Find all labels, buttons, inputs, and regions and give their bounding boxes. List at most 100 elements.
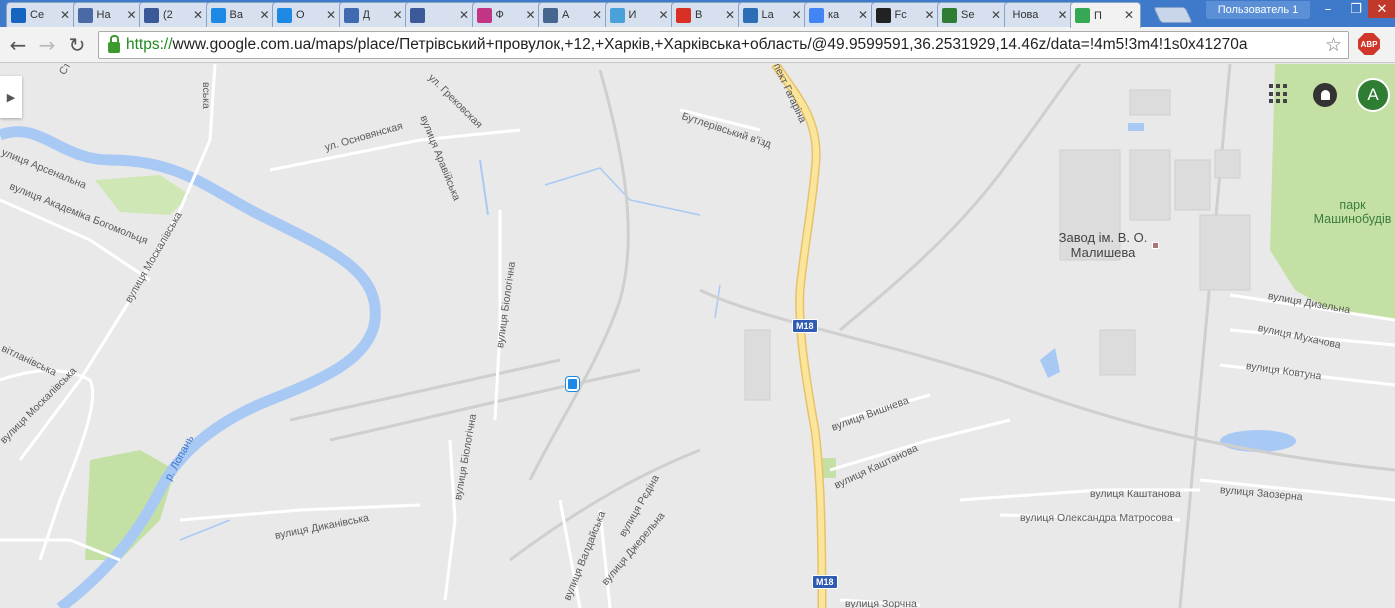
stream xyxy=(479,159,489,216)
adblock-plus-icon[interactable]: ABP xyxy=(1358,33,1380,55)
browser-tab[interactable]: И ✕ xyxy=(604,2,676,27)
close-icon[interactable]: ✕ xyxy=(991,8,1001,22)
facebook-icon xyxy=(144,7,159,23)
google-icon xyxy=(809,7,824,23)
notifications-bell-icon[interactable] xyxy=(1313,83,1337,107)
browser-tab[interactable]: Ba ✕ xyxy=(205,2,277,27)
street-label: вулиця Зорчна xyxy=(845,598,917,608)
bus-stop-icon[interactable] xyxy=(566,377,579,391)
close-icon[interactable]: ✕ xyxy=(459,8,469,22)
close-icon[interactable]: ✕ xyxy=(60,8,70,22)
browser-tab[interactable]: Ce ✕ xyxy=(6,2,77,27)
building xyxy=(1214,149,1241,179)
instagram-icon xyxy=(476,7,492,23)
browser-tab[interactable]: A ✕ xyxy=(538,2,609,27)
reload-button[interactable]: ↻ xyxy=(64,32,90,58)
pond xyxy=(1128,123,1144,131)
tab-title: И xyxy=(628,9,637,21)
poi-marker-icon[interactable] xyxy=(1152,242,1159,249)
chevron-right-icon: ▶ xyxy=(6,90,16,104)
browser-tab[interactable]: ✕ xyxy=(405,2,476,27)
side-panel-toggle[interactable]: ▶ xyxy=(0,76,22,118)
lake-ellipse xyxy=(1220,430,1296,452)
browser-tab[interactable]: П ✕ xyxy=(1070,2,1141,28)
park-area-northwest xyxy=(95,175,190,215)
gmail-icon xyxy=(676,7,691,23)
maps-icon xyxy=(1075,8,1090,23)
building xyxy=(1129,89,1171,116)
railway-line xyxy=(839,64,1082,332)
window-close-button[interactable]: ✕ xyxy=(1368,0,1395,18)
tab-strip: Ce ✕ Ha ✕ (2 ✕ Ba ✕ O ✕ Д ✕ ✕ Ф ✕ A ✕ И ✕ B ✕ La ✕ ка ✕ Fc ✕ Se ✕ Нов… xyxy=(0,0,1395,28)
browser-tab[interactable]: O ✕ xyxy=(272,2,343,27)
highway-shield: M18 xyxy=(792,319,818,333)
film-icon xyxy=(875,7,891,23)
browser-tab[interactable]: Se ✕ xyxy=(937,2,1008,27)
street xyxy=(443,439,457,601)
tab-title: П xyxy=(1094,9,1102,22)
profile-button[interactable]: Пользователь 1 xyxy=(1206,1,1310,19)
close-icon[interactable]: ✕ xyxy=(791,8,801,22)
tab-title: Д xyxy=(362,9,370,21)
forward-button[interactable]: → xyxy=(34,32,60,58)
bookmark-star-icon[interactable]: ☆ xyxy=(1325,34,1342,57)
highway-shield: M18 xyxy=(812,575,838,589)
browser-tab[interactable]: Ф ✕ xyxy=(471,2,543,27)
close-icon[interactable]: ✕ xyxy=(658,8,668,22)
browser-tab[interactable]: La ✕ xyxy=(737,2,809,27)
building xyxy=(1199,214,1251,291)
building xyxy=(1174,159,1211,211)
close-icon[interactable]: ✕ xyxy=(525,8,535,22)
browser-tab[interactable]: (2 ✕ xyxy=(139,2,210,27)
street xyxy=(179,503,421,522)
address-bar[interactable]: https://www.google.com.ua/maps/place/Пет… xyxy=(98,31,1349,59)
tab-title: ка xyxy=(828,9,840,21)
new-tab-button[interactable] xyxy=(1153,7,1193,23)
close-icon[interactable]: ✕ xyxy=(126,8,136,22)
browser-tab[interactable]: Fc ✕ xyxy=(870,2,942,27)
tab-title: Ф xyxy=(495,9,504,21)
browser-tab[interactable]: ка ✕ xyxy=(804,2,875,27)
w-icon xyxy=(742,7,758,23)
tab-title: Ha xyxy=(96,9,111,21)
close-icon[interactable]: ✕ xyxy=(924,8,934,22)
browser-tab[interactable]: Ha ✕ xyxy=(72,2,144,27)
close-icon[interactable]: ✕ xyxy=(326,8,336,22)
close-icon[interactable]: ✕ xyxy=(259,8,269,22)
vk-icon xyxy=(543,7,558,23)
minimize-button[interactable]: – xyxy=(1314,0,1342,18)
browser-tab[interactable]: Нова ✕ xyxy=(1003,2,1075,27)
ring-icon xyxy=(210,7,226,23)
map-canvas[interactable]: Сте вська ул. Грековская вулиця Аравійсь… xyxy=(0,64,1395,608)
close-icon[interactable]: ✕ xyxy=(1057,8,1067,22)
close-icon[interactable]: ✕ xyxy=(725,8,735,22)
close-icon[interactable]: ✕ xyxy=(193,8,203,22)
street-label: вулиця Олександра Матросова xyxy=(1020,512,1173,524)
tab-title: Ba xyxy=(229,9,243,21)
tab-title: Se xyxy=(961,9,975,21)
park-label[interactable]: парк Машинобудів xyxy=(1305,198,1395,226)
browser-toolbar: ← → ↻ https://www.google.com.ua/maps/pla… xyxy=(0,27,1395,63)
browser-tab[interactable]: B ✕ xyxy=(671,2,742,27)
stream xyxy=(714,284,721,319)
chat-icon xyxy=(343,7,359,23)
building xyxy=(744,329,771,401)
close-icon[interactable]: ✕ xyxy=(392,8,402,22)
arrow-up-icon xyxy=(11,7,26,23)
railway-line xyxy=(528,69,630,481)
google-apps-icon[interactable] xyxy=(1269,84,1289,104)
tab-title: A xyxy=(562,9,570,21)
railway-line xyxy=(329,368,641,442)
browser-tab[interactable]: Д ✕ xyxy=(338,2,410,27)
tab-title: Ce xyxy=(30,9,45,21)
maximize-button[interactable]: ❐ xyxy=(1342,0,1370,18)
landmark-label[interactable]: Завод ім. В. О. Малишева xyxy=(1058,230,1148,260)
close-icon[interactable]: ✕ xyxy=(592,8,602,22)
account-avatar[interactable]: A xyxy=(1356,78,1390,112)
close-icon[interactable]: ✕ xyxy=(1124,8,1134,22)
ring-icon xyxy=(277,7,292,23)
street-label: вська xyxy=(200,82,212,109)
back-button[interactable]: ← xyxy=(5,32,31,58)
lake-small xyxy=(1040,348,1060,378)
close-icon[interactable]: ✕ xyxy=(858,8,868,22)
